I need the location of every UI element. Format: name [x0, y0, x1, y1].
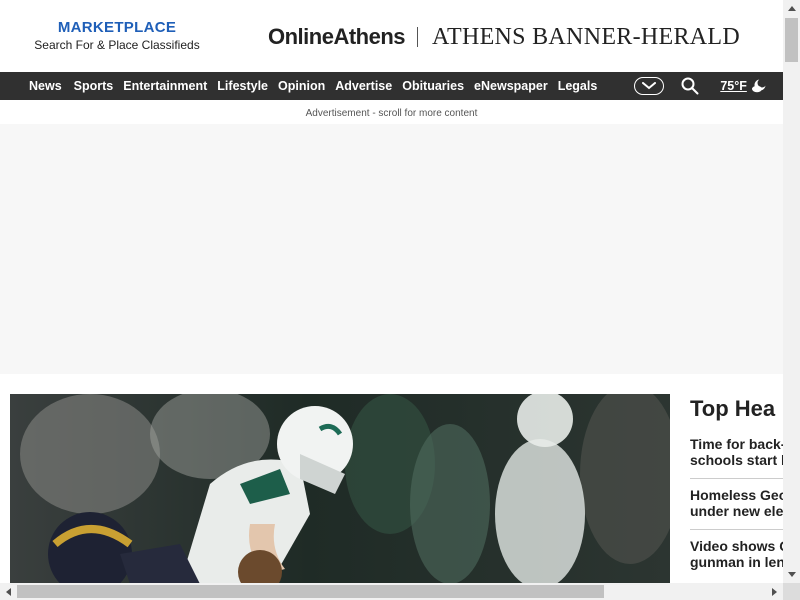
top-headlines-title: Top Hea [690, 396, 776, 421]
headline-item[interactable]: Video shows C gunman in len [690, 529, 783, 580]
nav-item-advertise[interactable]: Advertise [330, 79, 397, 93]
search-icon [681, 77, 699, 95]
scroll-right-button[interactable] [766, 583, 783, 600]
brand-athens-banner-herald: ATHENS BANNER-HERALD [432, 23, 741, 50]
brand-divider [417, 27, 419, 47]
headline-line: under new ele [690, 503, 783, 519]
marketplace-subtitle: Search For & Place Classifieds [34, 38, 200, 52]
advertisement-slot [0, 124, 783, 374]
scrollbar-corner [783, 583, 800, 600]
headline-line: gunman in len [690, 554, 783, 570]
spacer [0, 374, 783, 394]
chevron-down-icon [642, 82, 657, 90]
headline-line: schools start l [690, 452, 783, 468]
nav-item-enewspaper[interactable]: eNewspaper [469, 79, 553, 93]
headline-line: Homeless Geo [690, 487, 783, 503]
headline-line: Time for back- [690, 436, 783, 452]
brand-onlineathens: OnlineAthens [268, 24, 406, 49]
vertical-scrollbar[interactable] [783, 0, 800, 583]
triangle-right-icon [772, 587, 777, 596]
headline-item[interactable]: Homeless Geo under new ele [690, 478, 783, 529]
advertisement-label: Advertisement - scroll for more content [0, 100, 783, 124]
weather-widget[interactable]: 75°F [720, 78, 767, 94]
masthead: MARKETPLACE Search For & Place Classifie… [0, 0, 783, 72]
football-game-photo [10, 394, 670, 584]
partly-cloudy-night-icon [751, 78, 767, 93]
top-headlines: Top Hea Time for back- schools start l H… [690, 394, 783, 584]
scroll-down-button[interactable] [783, 566, 800, 583]
nav-item-lifestyle[interactable]: Lifestyle [212, 79, 273, 93]
nav-item-sports[interactable]: Sports [69, 79, 119, 93]
triangle-up-icon [787, 6, 796, 11]
scroll-up-button[interactable] [783, 0, 800, 17]
marketplace-link[interactable]: MARKETPLACE Search For & Place Classifie… [22, 19, 212, 52]
vertical-scrollbar-thumb[interactable] [785, 18, 798, 62]
triangle-left-icon [6, 587, 11, 596]
nav-item-entertainment[interactable]: Entertainment [118, 79, 212, 93]
weather-temperature: 75°F [720, 79, 747, 93]
marketplace-title: MARKETPLACE [57, 19, 177, 36]
top-headlines-list: Time for back- schools start l Homeless … [690, 436, 783, 580]
headline-line: Video shows C [690, 538, 783, 554]
page: MARKETPLACE Search For & Place Classifie… [0, 0, 800, 600]
hero-image[interactable] [10, 394, 670, 584]
main-nav: News Sports Entertainment Lifestyle Opin… [0, 72, 783, 100]
nav-item-opinion[interactable]: Opinion [273, 79, 330, 93]
search-button[interactable] [680, 76, 700, 96]
triangle-down-icon [787, 572, 796, 577]
site-logo[interactable]: OnlineAthens ATHENS BANNER-HERALD [268, 22, 740, 52]
more-menu-button[interactable] [634, 77, 665, 95]
nav-item-legals[interactable]: Legals [553, 79, 603, 93]
headline-item[interactable]: Time for back- schools start l [690, 436, 783, 478]
scroll-left-button[interactable] [0, 583, 17, 600]
nav-item-obituaries[interactable]: Obituaries [397, 79, 469, 93]
horizontal-scrollbar-thumb[interactable] [17, 585, 604, 598]
nav-item-news[interactable]: News [0, 79, 69, 93]
horizontal-scrollbar[interactable] [0, 583, 783, 600]
